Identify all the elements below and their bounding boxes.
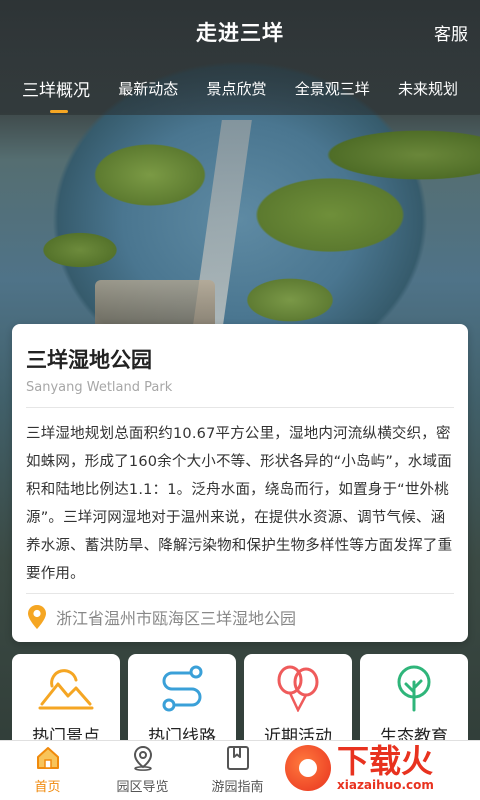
page-title: 走进三垟 xyxy=(196,21,284,45)
tab-overview[interactable]: 三垟概况 xyxy=(22,76,90,113)
location-icon xyxy=(133,745,152,771)
customer-service-button[interactable]: 客服 xyxy=(434,20,468,45)
park-location[interactable]: 浙江省温州市瓯海区三垟湿地公园 xyxy=(26,593,454,630)
tab-future-plan[interactable]: 未来规划 xyxy=(398,78,458,103)
watermark: 下载火 xiazaihuo.com xyxy=(285,736,480,800)
nav-label: 园区导览 xyxy=(116,780,169,795)
park-title: 三垟湿地公园 xyxy=(26,348,152,372)
nav-home[interactable]: 首页 xyxy=(0,741,95,800)
mountain-sun-icon xyxy=(38,669,94,710)
tab-scenery[interactable]: 景点欣赏 xyxy=(206,78,266,103)
nav-label: 游园指南 xyxy=(211,780,264,795)
watermark-text: 下载火 xiazaihuo.com xyxy=(337,744,434,792)
quick-entries: 热门景点 热门线路 近期活动 生态教育 xyxy=(12,654,468,764)
route-icon xyxy=(162,665,203,712)
watermark-url: xiazaihuo.com xyxy=(337,778,434,792)
nav-visit-guide[interactable]: 游园指南 xyxy=(190,741,285,800)
location-text: 浙江省温州市瓯海区三垟湿地公园 xyxy=(56,609,297,628)
nav-label: 首页 xyxy=(34,780,61,795)
park-description: 三垟湿地规划总面积约10.67平方公里，湿地内河流纵横交织，密如蛛网，形成了16… xyxy=(26,426,453,582)
park-subtitle: Sanyang Wetland Park xyxy=(26,380,173,395)
watermark-brand: 下载火 xyxy=(337,742,434,780)
tab-news[interactable]: 最新动态 xyxy=(118,78,178,103)
balloons-icon xyxy=(277,665,319,712)
map-pin-icon xyxy=(28,605,46,629)
tab-panorama[interactable]: 全景观三垟 xyxy=(295,78,370,103)
home-icon xyxy=(36,747,59,769)
background-building xyxy=(95,280,215,330)
divider xyxy=(26,407,454,408)
app-header: 走进三垟 客服 xyxy=(0,0,480,64)
watermark-logo xyxy=(285,745,331,791)
tree-icon xyxy=(397,665,431,712)
bookmark-icon xyxy=(226,746,249,770)
category-tabs: 三垟概况 最新动态 景点欣赏 全景观三垟 未来规划 xyxy=(0,64,480,116)
nav-park-guide[interactable]: 园区导览 xyxy=(95,741,190,800)
park-info-card: 三垟湿地公园 Sanyang Wetland Park 三垟湿地规划总面积约10… xyxy=(12,324,468,642)
